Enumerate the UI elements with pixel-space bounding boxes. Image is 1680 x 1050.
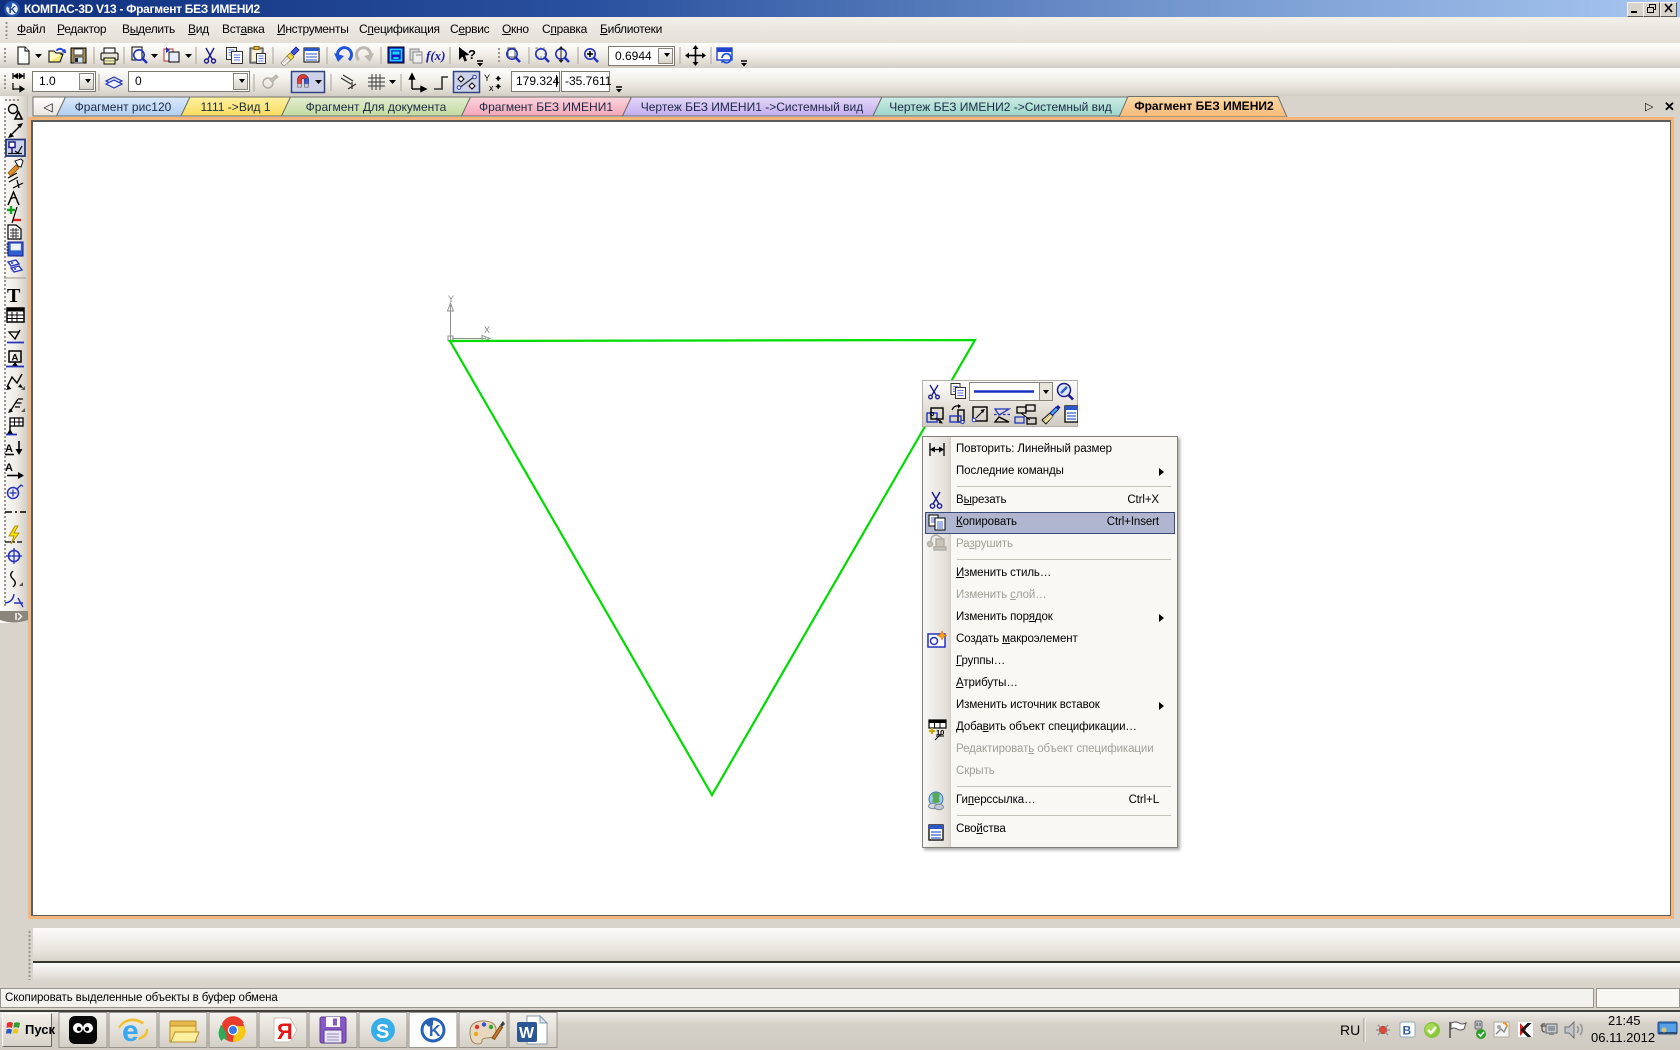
- svg-text:21:45: 21:45: [1608, 1013, 1641, 1028]
- svg-text:X: X: [484, 325, 490, 335]
- svg-text:f(x): f(x): [426, 48, 446, 63]
- svg-text:Y: Y: [484, 73, 490, 83]
- svg-text:T: T: [7, 285, 21, 307]
- svg-text:A: A: [12, 353, 19, 364]
- svg-text:RU: RU: [1340, 1022, 1360, 1038]
- svg-text:06.11.2012: 06.11.2012: [1591, 1030, 1655, 1045]
- svg-text:K: K: [429, 1023, 441, 1040]
- svg-text:?: ?: [468, 47, 476, 62]
- svg-text:A: A: [5, 462, 13, 474]
- svg-text:S: S: [376, 1021, 389, 1043]
- svg-text:Я: Я: [277, 1019, 293, 1044]
- svg-text:x: x: [489, 83, 494, 93]
- svg-text:Y: Y: [448, 294, 454, 304]
- svg-text:W: W: [519, 1025, 535, 1042]
- svg-text:A: A: [5, 443, 13, 455]
- svg-text:B: B: [1403, 1024, 1412, 1038]
